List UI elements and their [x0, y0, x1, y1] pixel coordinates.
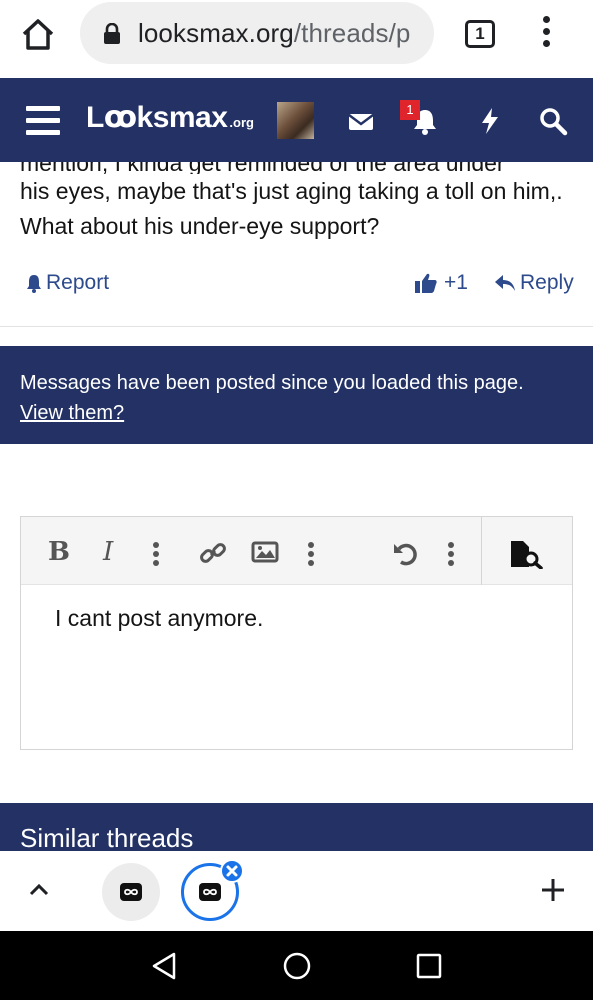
- bell-icon: [27, 275, 41, 293]
- menu-icon[interactable]: [26, 106, 60, 136]
- bold-button[interactable]: B: [48, 537, 70, 567]
- preview-icon[interactable]: [509, 539, 545, 570]
- site-header: Lꝏksmax .org 1: [0, 78, 593, 162]
- undo-icon[interactable]: [391, 539, 419, 569]
- reply-icon: [495, 275, 515, 291]
- thumbs-up-icon: [415, 273, 437, 293]
- site-logo[interactable]: Lꝏksmax .org: [86, 100, 254, 135]
- like-count: +1: [444, 271, 468, 294]
- infinity-icon: [120, 883, 142, 901]
- infinity-icon: [199, 883, 221, 901]
- notification-badge: 1: [400, 100, 420, 120]
- reply-label: Reply: [520, 271, 574, 294]
- back-icon[interactable]: [150, 951, 180, 981]
- notice-message: Messages have been posted since you load…: [20, 372, 524, 394]
- more-actions-icon[interactable]: [447, 542, 455, 572]
- url-path: /threads/p: [293, 18, 411, 48]
- bolt-icon[interactable]: [475, 106, 505, 136]
- view-them-link[interactable]: View them?: [20, 402, 124, 424]
- browser-toolbar: looksmax.org/threads/p 1: [0, 0, 593, 78]
- link-icon[interactable]: [199, 539, 227, 569]
- home-circle-icon[interactable]: [282, 951, 312, 981]
- divider: [0, 326, 593, 327]
- logo-main: Lꝏksmax: [86, 101, 228, 134]
- app-bubble[interactable]: [102, 863, 160, 921]
- post-text-cut-off: mention, I kinda get reminded of the are…: [20, 162, 540, 174]
- editor-toolbar: B I: [21, 517, 572, 585]
- reply-editor[interactable]: B I I cant post anymore.: [20, 516, 573, 750]
- chevron-up-icon[interactable]: [28, 881, 50, 897]
- lock-icon: [102, 22, 122, 45]
- new-messages-notice: Messages have been posted since you load…: [0, 346, 593, 444]
- bubble-bar: [0, 851, 593, 931]
- recents-icon[interactable]: [414, 951, 444, 981]
- search-icon[interactable]: [538, 106, 568, 136]
- plus-icon[interactable]: [540, 877, 566, 903]
- image-icon[interactable]: [251, 539, 279, 569]
- tab-switcher-icon[interactable]: 1: [465, 20, 495, 48]
- avatar[interactable]: [277, 102, 314, 139]
- mail-icon[interactable]: [346, 106, 376, 136]
- more-formatting-icon[interactable]: [152, 542, 160, 572]
- url-text: looksmax.org/threads/p: [138, 18, 428, 49]
- home-icon[interactable]: [18, 14, 58, 54]
- logo-tld: .org: [229, 115, 254, 130]
- toolbar-divider: [481, 517, 482, 585]
- close-icon[interactable]: [220, 859, 244, 883]
- url-host: looksmax.org: [138, 18, 294, 48]
- more-vert-icon[interactable]: [536, 16, 556, 50]
- address-bar[interactable]: looksmax.org/threads/p: [80, 2, 434, 64]
- italic-button[interactable]: I: [103, 537, 113, 567]
- reply-button[interactable]: Reply: [494, 271, 574, 295]
- post-text: his eyes, maybe that's just aging taking…: [20, 178, 563, 239]
- report-label: Report: [46, 271, 110, 294]
- like-button[interactable]: +1: [414, 271, 468, 295]
- editor-content[interactable]: I cant post anymore.: [55, 605, 263, 632]
- report-button[interactable]: Report: [24, 271, 109, 295]
- system-nav-bar: [0, 931, 593, 1000]
- more-insert-icon[interactable]: [307, 542, 315, 572]
